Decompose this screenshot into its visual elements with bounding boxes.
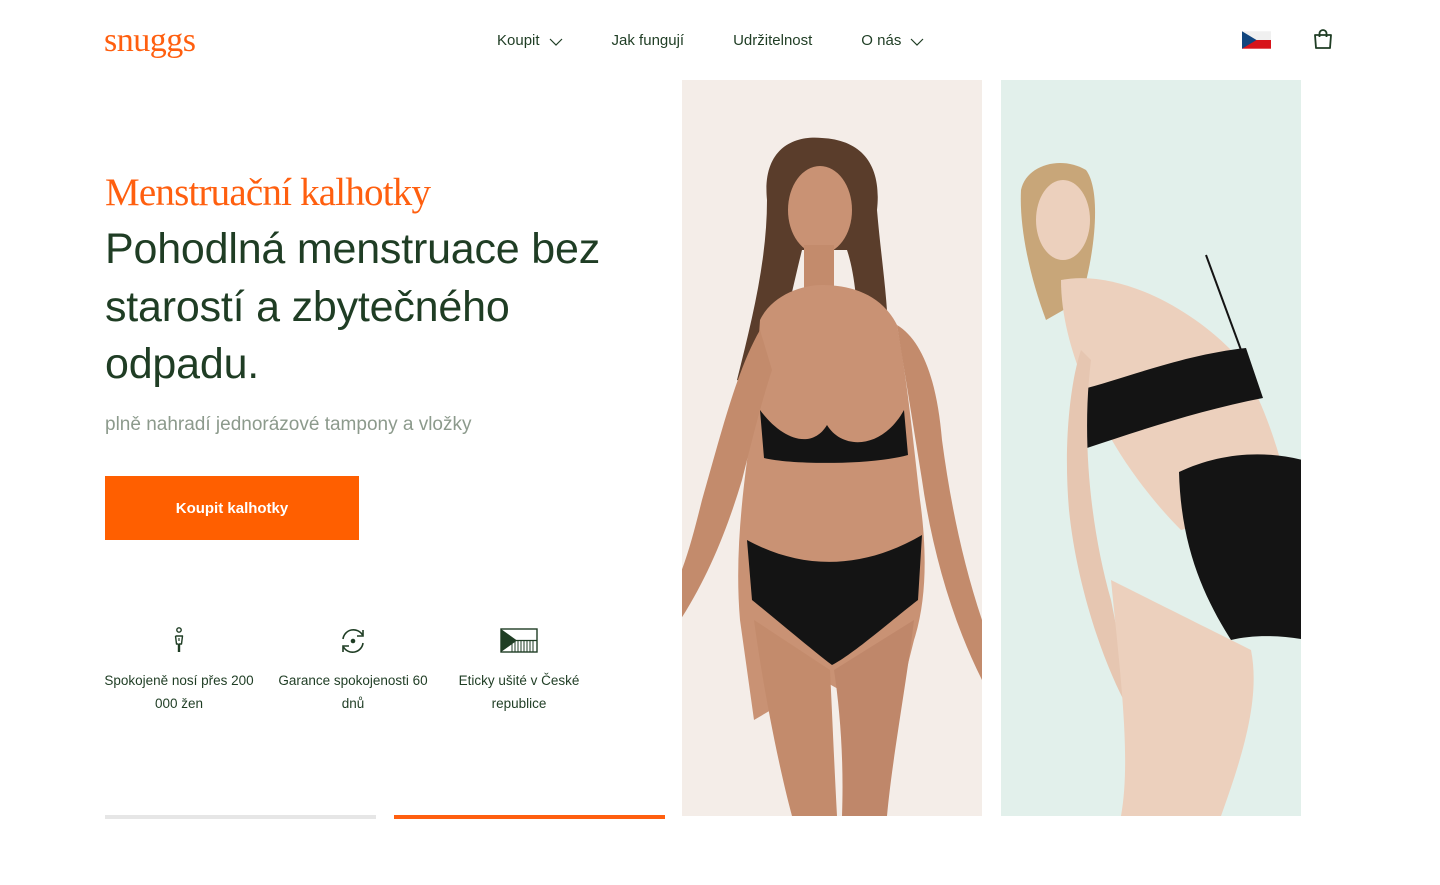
carousel-indicator-1[interactable] [105,815,376,819]
refresh-guarantee-icon [342,628,364,654]
carousel-indicator-fill [394,815,665,819]
chevron-down-icon [549,38,562,46]
nav-item-o-nas[interactable]: O nás [861,30,924,52]
feature-text: Eticky ušité v České republice [458,673,580,711]
hero-subline: plně nahradí jednorázové tampony a vložk… [105,414,472,435]
person-icon [174,627,184,652]
chevron-down-icon [910,38,924,46]
nav-item-label: O nás [861,32,902,49]
brand-logo[interactable]: snuggs [104,22,196,60]
buy-panties-button[interactable]: Koupit kalhotky [105,476,359,540]
czech-flag-icon[interactable] [1242,31,1271,49]
shopping-bag-icon[interactable] [1312,28,1334,50]
model-figure [682,137,982,816]
hero-kicker: Menstruační kalhotky [105,171,431,214]
feature-text: Garance spokojenosti 60 dnů [278,673,428,711]
feature-text: Spokojeně nosí přes 200 000 žen [104,673,254,711]
nav-item-label: Jak fungují [611,32,685,49]
site-header: snuggs Koupit Jak fungují Udržitelnost O… [0,0,1440,80]
feature-customers: Spokojeně nosí přes 200 000 žen [94,624,264,715]
feature-guarantee: Garance spokojenosti 60 dnů [268,624,438,715]
product-image-bikini-brief [682,80,982,816]
nav-item-jak-funguji[interactable]: Jak fungují [612,30,685,52]
hero-headline: Pohodlná menstruace bez starostí a zbyte… [105,225,601,388]
carousel-indicator-2[interactable] [394,815,665,819]
nav-item-label: Koupit [497,32,540,49]
nav-item-koupit[interactable]: Koupit [497,30,563,52]
nav-item-udrzitelnost[interactable]: Udržitelnost [733,30,812,52]
nav-item-label: Udržitelnost [733,32,813,49]
product-image-high-waist-brief [1001,80,1301,816]
model-figure [1020,162,1301,816]
feature-made-in-cz: Eticky ušité v České republice [434,624,604,715]
czech-flag-outline-icon [500,628,538,653]
main-nav: Koupit Jak fungují Udržitelnost O nás [497,30,924,52]
